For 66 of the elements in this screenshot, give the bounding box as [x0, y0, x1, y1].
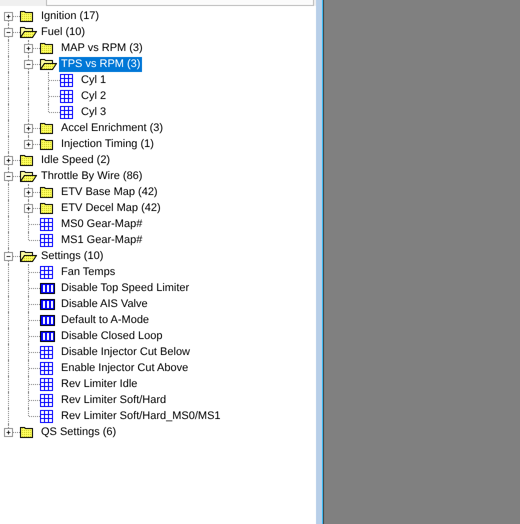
tree-item[interactable]: Cyl 1: [79, 72, 108, 88]
open-folder-icon: [20, 26, 37, 38]
bar-switch-icon: [40, 330, 55, 342]
tree-item[interactable]: Idle Speed (2): [39, 152, 112, 168]
grid-icon: [40, 346, 53, 358]
expand-icon[interactable]: [24, 188, 33, 197]
expand-icon[interactable]: [24, 140, 33, 149]
tree-item[interactable]: Rev Limiter Soft/Hard: [59, 392, 168, 408]
tree-item[interactable]: TPS vs RPM (3): [59, 56, 142, 72]
tree-item[interactable]: Ignition (17): [39, 8, 102, 24]
grid-icon: [40, 394, 53, 406]
tree-item[interactable]: Disable AIS Valve: [59, 296, 150, 312]
folder-icon: [40, 138, 53, 150]
expand-icon[interactable]: [4, 12, 13, 21]
tree-item[interactable]: Cyl 2: [79, 88, 108, 104]
folder-icon: [20, 426, 33, 438]
folder-icon: [20, 10, 33, 22]
open-folder-icon: [20, 170, 37, 182]
tree-item[interactable]: Accel Enrichment (3): [59, 120, 166, 136]
collapse-icon[interactable]: [4, 172, 13, 181]
collapse-icon[interactable]: [4, 252, 13, 261]
collapse-icon[interactable]: [24, 60, 33, 69]
folder-icon: [40, 202, 53, 214]
tree-item[interactable]: Cyl 3: [79, 104, 108, 120]
grid-icon: [60, 74, 73, 86]
tree-item[interactable]: Settings (10): [39, 248, 106, 264]
folder-icon: [20, 154, 33, 166]
tree-item[interactable]: Throttle By Wire (86): [39, 168, 144, 184]
folder-icon: [40, 186, 53, 198]
tree-item[interactable]: ETV Decel Map (42): [59, 200, 163, 216]
tree-item[interactable]: Disable Closed Loop: [59, 328, 165, 344]
tree-item[interactable]: Rev Limiter Idle: [59, 376, 140, 392]
tree-item[interactable]: MAP vs RPM (3): [59, 40, 145, 56]
folder-icon: [40, 42, 53, 54]
grid-icon: [40, 234, 53, 246]
grid-icon: [60, 106, 73, 118]
tree-item[interactable]: Disable Top Speed Limiter: [59, 280, 192, 296]
tree-item[interactable]: QS Settings (6): [39, 424, 118, 440]
expand-icon[interactable]: [4, 428, 13, 437]
tree-item[interactable]: Fan Temps: [59, 264, 118, 280]
grid-icon: [40, 362, 53, 374]
open-folder-icon: [20, 250, 37, 262]
tree-item[interactable]: MS1 Gear-Map#: [59, 232, 144, 248]
bar-switch-icon: [40, 298, 55, 310]
tree-item[interactable]: Disable Injector Cut Below: [59, 344, 192, 360]
folder-icon: [40, 122, 53, 134]
bar-switch-icon: [40, 282, 55, 294]
expand-icon[interactable]: [4, 156, 13, 165]
tree-item[interactable]: MS0 Gear-Map#: [59, 216, 144, 232]
tree-item[interactable]: Injection Timing (1): [59, 136, 156, 152]
expand-icon[interactable]: [24, 44, 33, 53]
grid-icon: [40, 218, 53, 230]
open-folder-icon: [40, 58, 57, 70]
collapse-icon[interactable]: [4, 28, 13, 37]
expand-icon[interactable]: [24, 124, 33, 133]
expand-icon[interactable]: [24, 204, 33, 213]
tree-item[interactable]: Default to A-Mode: [59, 312, 152, 328]
tree-item[interactable]: ETV Base Map (42): [59, 184, 160, 200]
grid-icon: [40, 266, 53, 278]
tree-item[interactable]: Enable Injector Cut Above: [59, 360, 190, 376]
grid-icon: [40, 378, 53, 390]
tree-item[interactable]: Fuel (10): [39, 24, 88, 40]
bar-switch-icon: [40, 314, 55, 326]
grid-icon: [40, 410, 53, 422]
grid-icon: [60, 90, 73, 102]
tree-item[interactable]: Rev Limiter Soft/Hard_MS0/MS1: [59, 408, 223, 424]
